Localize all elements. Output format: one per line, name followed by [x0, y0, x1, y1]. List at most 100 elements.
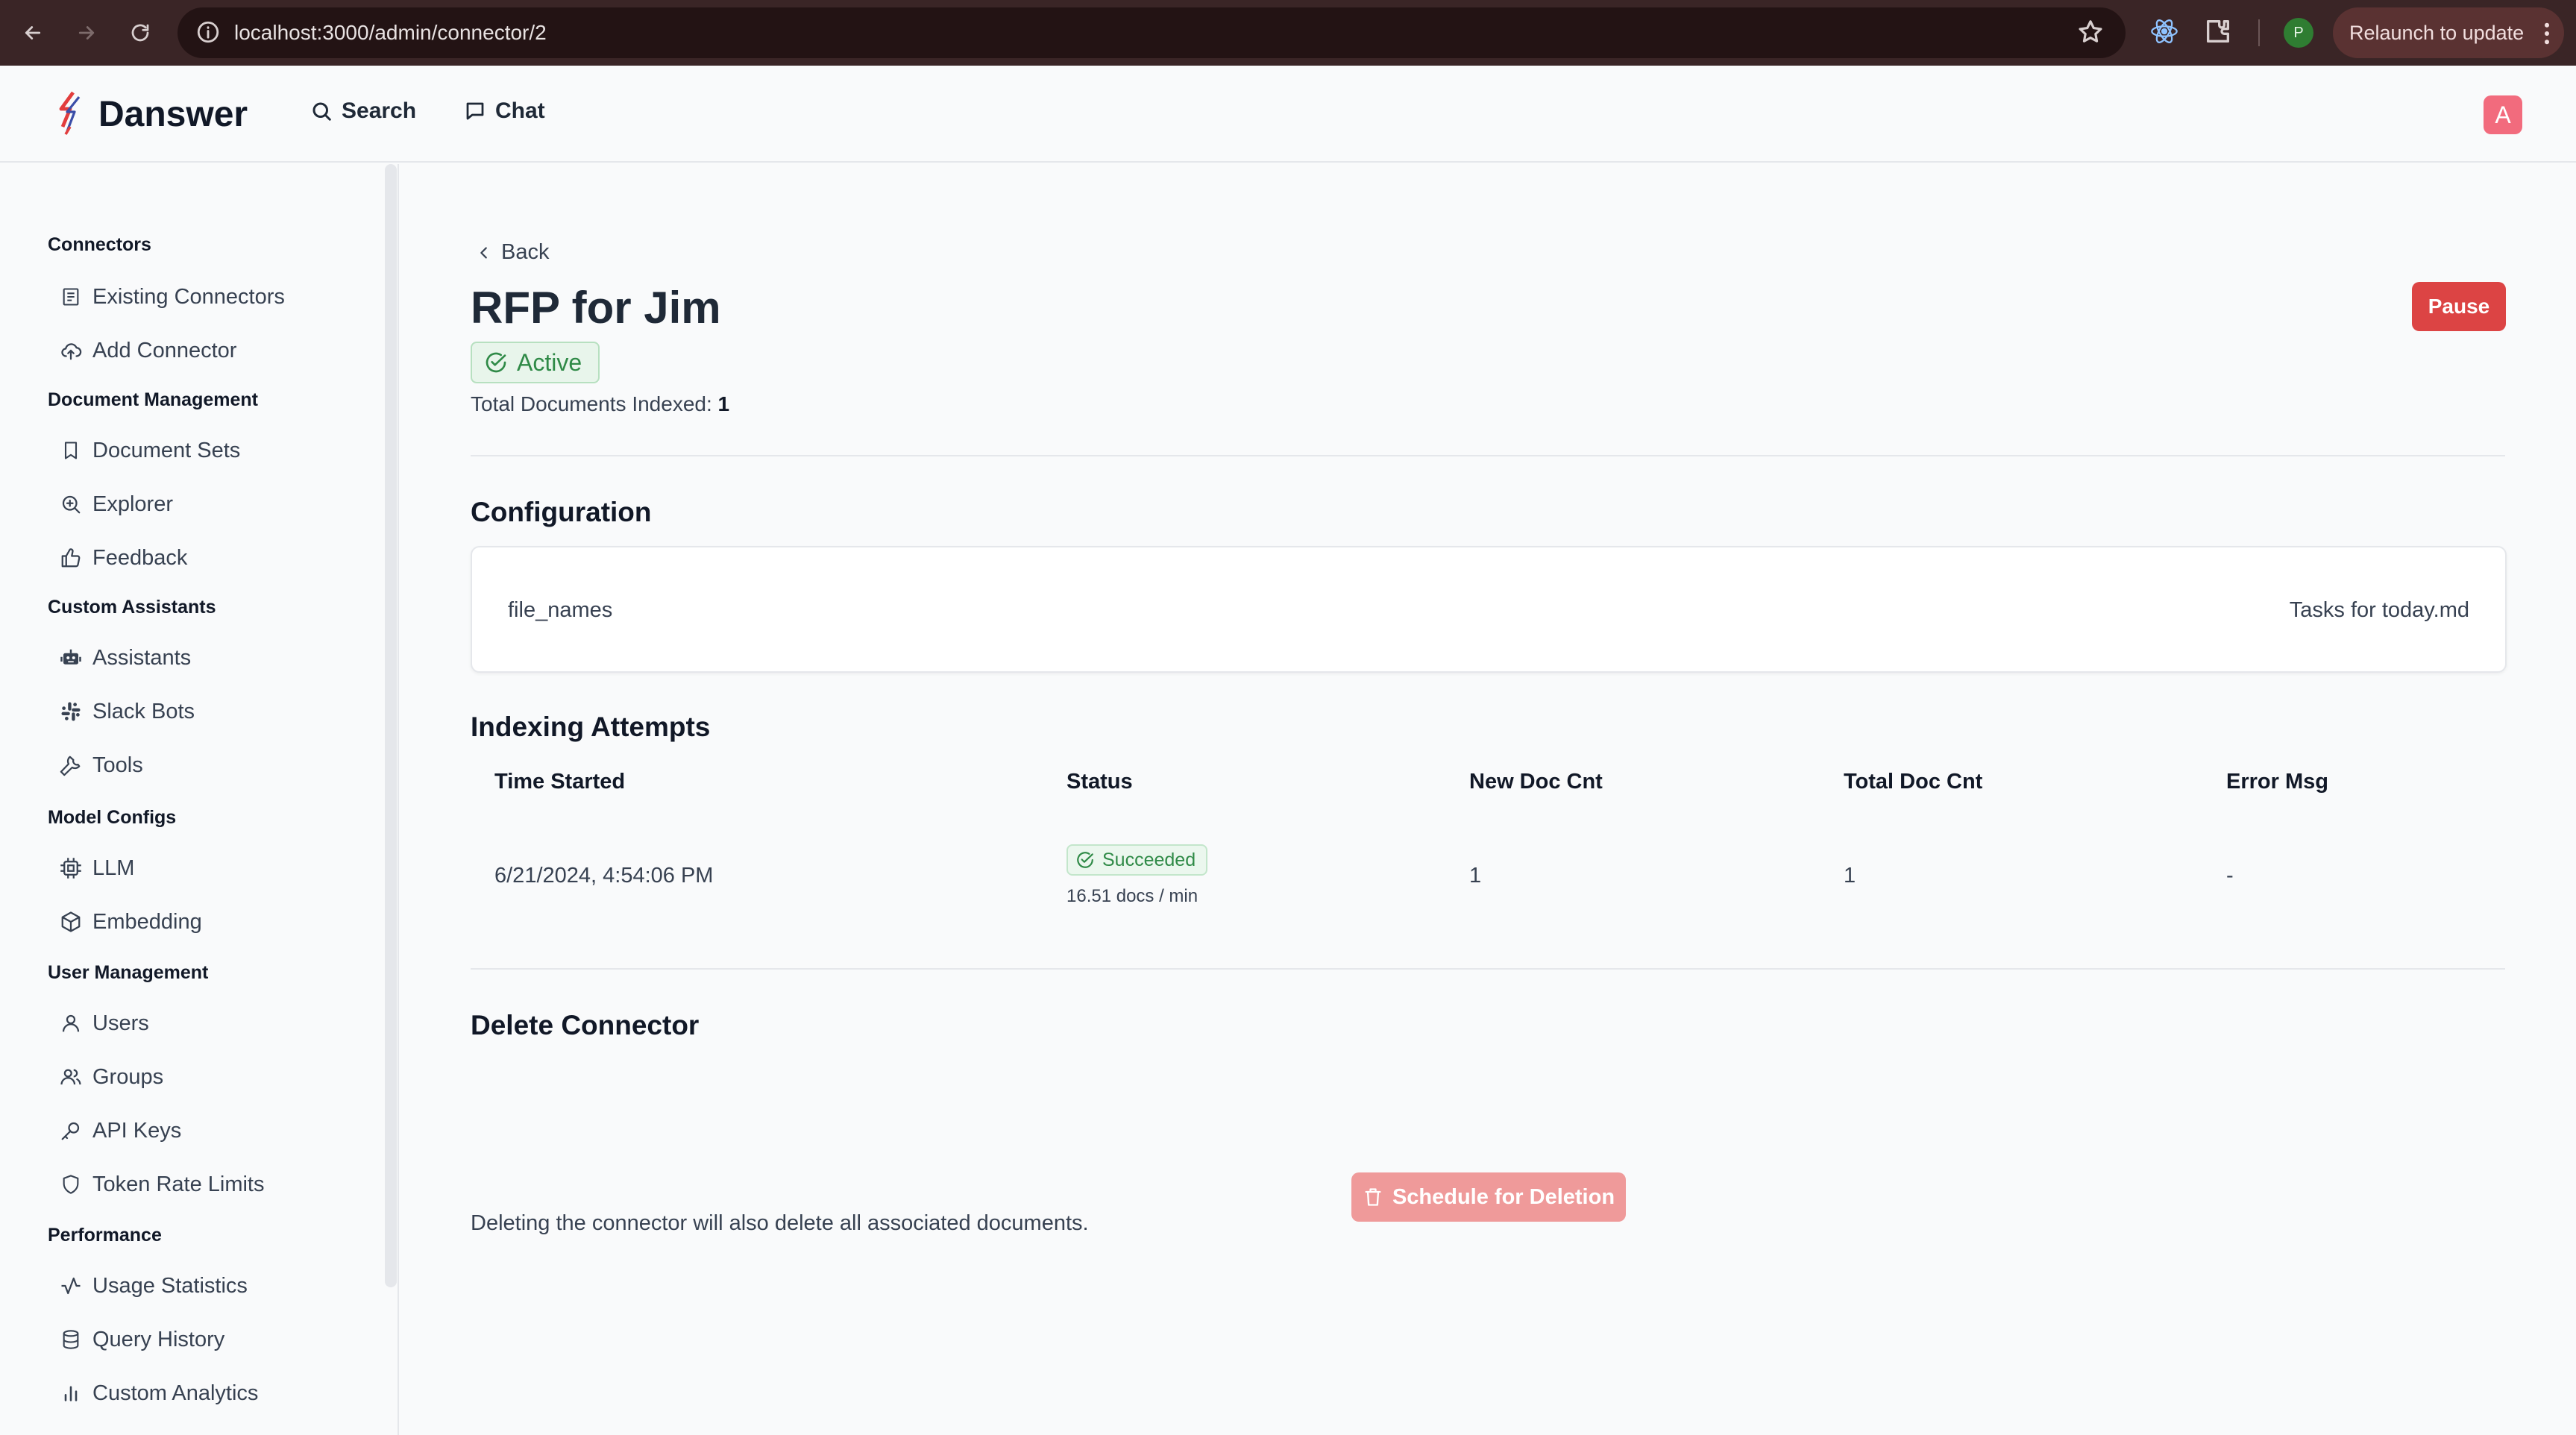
back-link[interactable]: Back	[476, 240, 549, 265]
brand-name[interactable]: Danswer	[98, 94, 248, 135]
sidebar-item-label: Existing Connectors	[92, 284, 285, 309]
profile-avatar[interactable]: P	[2284, 18, 2313, 48]
nav-search-label: Search	[342, 98, 417, 123]
sidebar-item-groups[interactable]: Groups	[58, 1058, 163, 1096]
delete-description: Deleting the connector will also delete …	[471, 1211, 1089, 1235]
relaunch-button[interactable]: Relaunch to update	[2333, 7, 2564, 58]
trash-icon	[1365, 1188, 1381, 1206]
nav-chat[interactable]: Chat	[464, 98, 545, 124]
sidebar-item-explorer[interactable]: Explorer	[58, 485, 173, 524]
sidebar-item-embedding[interactable]: Embedding	[58, 902, 202, 941]
sidebar-scrollbar[interactable]	[385, 164, 397, 1287]
error-msg-cell: -	[2226, 864, 2234, 888]
sidebar-item-slack-bots[interactable]: Slack Bots	[58, 692, 195, 731]
browser-reload-button[interactable]	[124, 16, 157, 49]
config-key: file_names	[508, 598, 613, 622]
sidebar-item-label: Embedding	[92, 909, 202, 934]
zoom-in-icon	[58, 492, 84, 517]
key-icon	[58, 1118, 84, 1143]
sidebar-item-label: Users	[92, 1011, 149, 1035]
sidebar-item-label: Tools	[92, 753, 143, 777]
indexing-rate: 16.51 docs / min	[1066, 886, 1199, 906]
schedule-deletion-label: Schedule for Deletion	[1392, 1184, 1615, 1209]
sidebar-item-feedback[interactable]: Feedback	[58, 538, 187, 577]
sidebar-item-label: Slack Bots	[92, 699, 195, 723]
sidebar-item-query-history[interactable]: Query History	[58, 1320, 224, 1359]
sidebar-section-performance: Performance	[48, 1225, 162, 1246]
sidebar-item-usage-statistics[interactable]: Usage Statistics	[58, 1266, 248, 1305]
back-label: Back	[501, 240, 550, 264]
total-documents: Total Documents Indexed: 1	[471, 392, 729, 416]
admin-sidebar: Connectors Existing Connectors Add Conne…	[0, 164, 397, 1435]
configuration-title: Configuration	[471, 497, 652, 527]
column-header: New Doc Cnt	[1469, 770, 1603, 794]
sidebar-item-users[interactable]: Users	[58, 1004, 149, 1043]
sidebar-item-label: Custom Analytics	[92, 1381, 259, 1405]
status-badge: Active	[471, 342, 600, 383]
status-label: Active	[517, 348, 582, 376]
arrow-right-icon	[78, 26, 95, 40]
sidebar-item-existing-connectors[interactable]: Existing Connectors	[58, 277, 285, 316]
sidebar-divider	[398, 164, 399, 1435]
sidebar-item-custom-analytics[interactable]: Custom Analytics	[58, 1374, 258, 1413]
sidebar-item-api-keys[interactable]: API Keys	[58, 1111, 181, 1150]
react-devtools-icon[interactable]	[2149, 16, 2179, 46]
app-header: Danswer Search Chat A	[0, 66, 2576, 163]
site-info-icon[interactable]	[195, 19, 221, 45]
pause-button[interactable]: Pause	[2412, 282, 2506, 331]
sidebar-section-model-configs: Model Configs	[48, 807, 177, 828]
sidebar-item-document-sets[interactable]: Document Sets	[58, 431, 240, 470]
nav-search[interactable]: Search	[310, 98, 416, 124]
bar-chart-icon	[58, 1381, 84, 1406]
sidebar-item-label: API Keys	[92, 1118, 182, 1143]
cube-icon	[58, 909, 84, 935]
slack-icon	[58, 699, 84, 724]
total-doc-cnt-cell: 1	[1844, 864, 1856, 888]
sidebar-item-label: Query History	[92, 1327, 225, 1351]
configuration-card: file_names Tasks for today.md	[471, 546, 2507, 673]
list-icon	[58, 284, 84, 310]
total-docs-label: Total Documents Indexed:	[471, 392, 712, 415]
sidebar-section-document-management: Document Management	[48, 389, 258, 410]
nav-chat-label: Chat	[495, 98, 545, 123]
new-doc-cnt-cell: 1	[1469, 864, 1482, 888]
user-icon	[58, 1011, 84, 1036]
robot-icon	[58, 645, 84, 671]
config-value: Tasks for today.md	[2289, 598, 2469, 622]
relaunch-label: Relaunch to update	[2349, 21, 2525, 44]
page-title: RFP for Jim	[471, 283, 721, 333]
succeeded-badge: Succeeded	[1066, 844, 1208, 876]
activity-icon	[58, 1273, 84, 1299]
sidebar-item-llm[interactable]: LLM	[58, 849, 134, 888]
browser-back-button[interactable]	[16, 16, 49, 49]
main-content: Back RFP for Jim Pause Active Total Docu…	[400, 164, 2576, 1435]
delete-connector-title: Delete Connector	[471, 1010, 700, 1040]
more-vert-icon[interactable]	[2543, 22, 2551, 45]
time-started-cell: 6/21/2024, 4:54:06 PM	[494, 864, 714, 888]
user-avatar[interactable]: A	[2484, 95, 2522, 134]
column-header: Error Msg	[2226, 770, 2328, 794]
schedule-deletion-button[interactable]: Schedule for Deletion	[1351, 1172, 1626, 1222]
bookmark-star-icon[interactable]	[2076, 18, 2105, 46]
bookmark-icon	[58, 438, 84, 463]
sidebar-item-assistants[interactable]: Assistants	[58, 638, 191, 677]
sidebar-section-user-management: User Management	[48, 962, 209, 983]
shield-icon	[58, 1172, 84, 1197]
sidebar-item-label: Assistants	[92, 645, 192, 670]
sidebar-item-add-connector[interactable]: Add Connector	[58, 331, 236, 370]
chevron-left-icon	[480, 246, 487, 259]
url-text: localhost:3000/admin/connector/2	[234, 21, 547, 44]
arrow-left-icon	[25, 26, 41, 40]
divider	[471, 968, 2505, 970]
browser-toolbar: localhost:3000/admin/connector/2 P Relau…	[0, 0, 2576, 66]
sidebar-item-token-rate-limits[interactable]: Token Rate Limits	[58, 1165, 265, 1204]
danswer-logo-icon[interactable]	[52, 91, 88, 137]
sidebar-item-label: Feedback	[92, 545, 188, 570]
extensions-puzzle-icon[interactable]	[2203, 16, 2233, 46]
sidebar-item-tools[interactable]: Tools	[58, 746, 143, 785]
check-circle-icon	[486, 352, 506, 373]
sidebar-section-connectors: Connectors	[48, 234, 151, 255]
address-bar[interactable]: localhost:3000/admin/connector/2	[178, 7, 2126, 58]
sidebar-item-label: Usage Statistics	[92, 1273, 248, 1298]
browser-forward-button[interactable]	[70, 16, 103, 49]
